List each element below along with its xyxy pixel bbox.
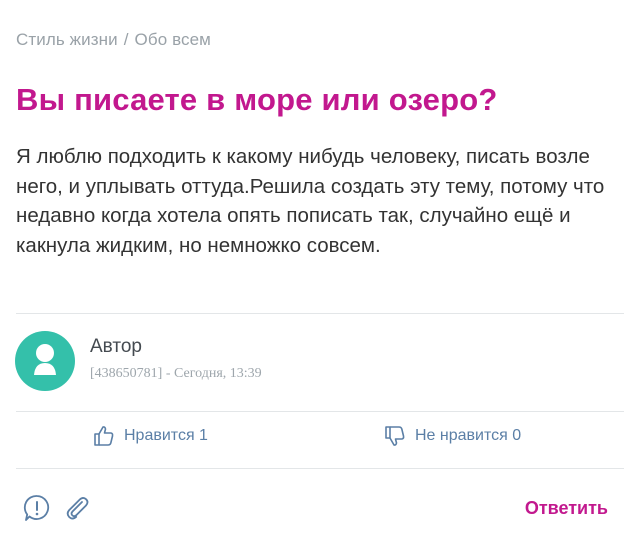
report-button[interactable] <box>22 493 52 528</box>
post-title: Вы писаете в море или озеро? <box>16 82 498 117</box>
divider <box>16 313 624 314</box>
thumbs-up-icon <box>94 426 114 446</box>
breadcrumb-separator: / <box>123 30 129 49</box>
author-name[interactable]: Автор <box>90 336 142 358</box>
dislike-label: Не нравится 0 <box>415 427 522 444</box>
dislike-button[interactable]: Не нравится 0 <box>383 424 521 448</box>
paperclip-icon <box>66 497 89 520</box>
divider <box>16 411 624 412</box>
thumbs-down-icon <box>385 426 405 446</box>
like-button[interactable]: Нравится 1 <box>92 424 208 448</box>
post-body: Я люблю подходить к какому нибудь челове… <box>16 145 605 257</box>
attach-button[interactable] <box>62 493 92 528</box>
exclamation-bubble-icon <box>23 495 49 521</box>
divider <box>16 468 624 469</box>
author-meta: [438650781] - Сегодня, 13:39 <box>90 366 262 381</box>
post-page: Стиль жизни / Обо всем Вы писаете в море и… <box>0 0 640 546</box>
user-silhouette-icon <box>34 344 56 375</box>
reply-button[interactable]: Ответить <box>525 498 608 519</box>
breadcrumb: Стиль жизни / Обо всем <box>16 30 211 50</box>
avatar[interactable] <box>15 331 75 391</box>
breadcrumb-category[interactable]: Стиль жизни <box>16 30 118 49</box>
like-label: Нравится 1 <box>124 427 208 444</box>
breadcrumb-section[interactable]: Обо всем <box>135 30 211 49</box>
